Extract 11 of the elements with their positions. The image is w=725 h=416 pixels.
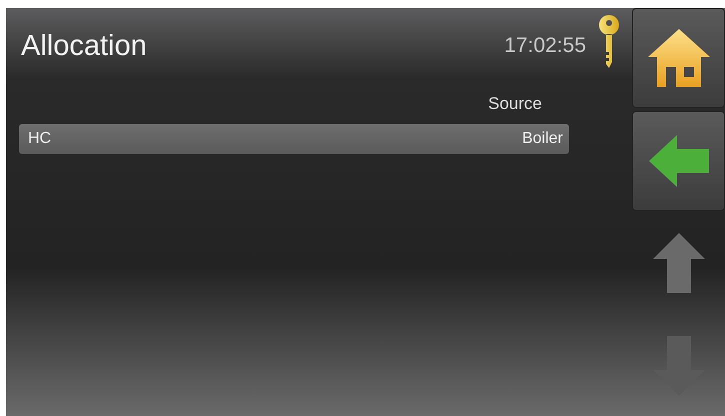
back-button[interactable] <box>632 110 725 210</box>
down-arrow-icon <box>650 334 706 398</box>
allocation-row[interactable]: HC Boiler <box>19 124 569 154</box>
left-arrow-icon <box>646 132 710 189</box>
key-icon <box>598 14 620 70</box>
clock-time: 17:02:55 <box>504 34 586 58</box>
page-title: Allocation <box>20 30 148 62</box>
up-arrow-icon <box>650 231 706 296</box>
house-icon <box>646 26 712 89</box>
home-button[interactable] <box>632 8 725 108</box>
column-header: Source <box>488 94 542 114</box>
